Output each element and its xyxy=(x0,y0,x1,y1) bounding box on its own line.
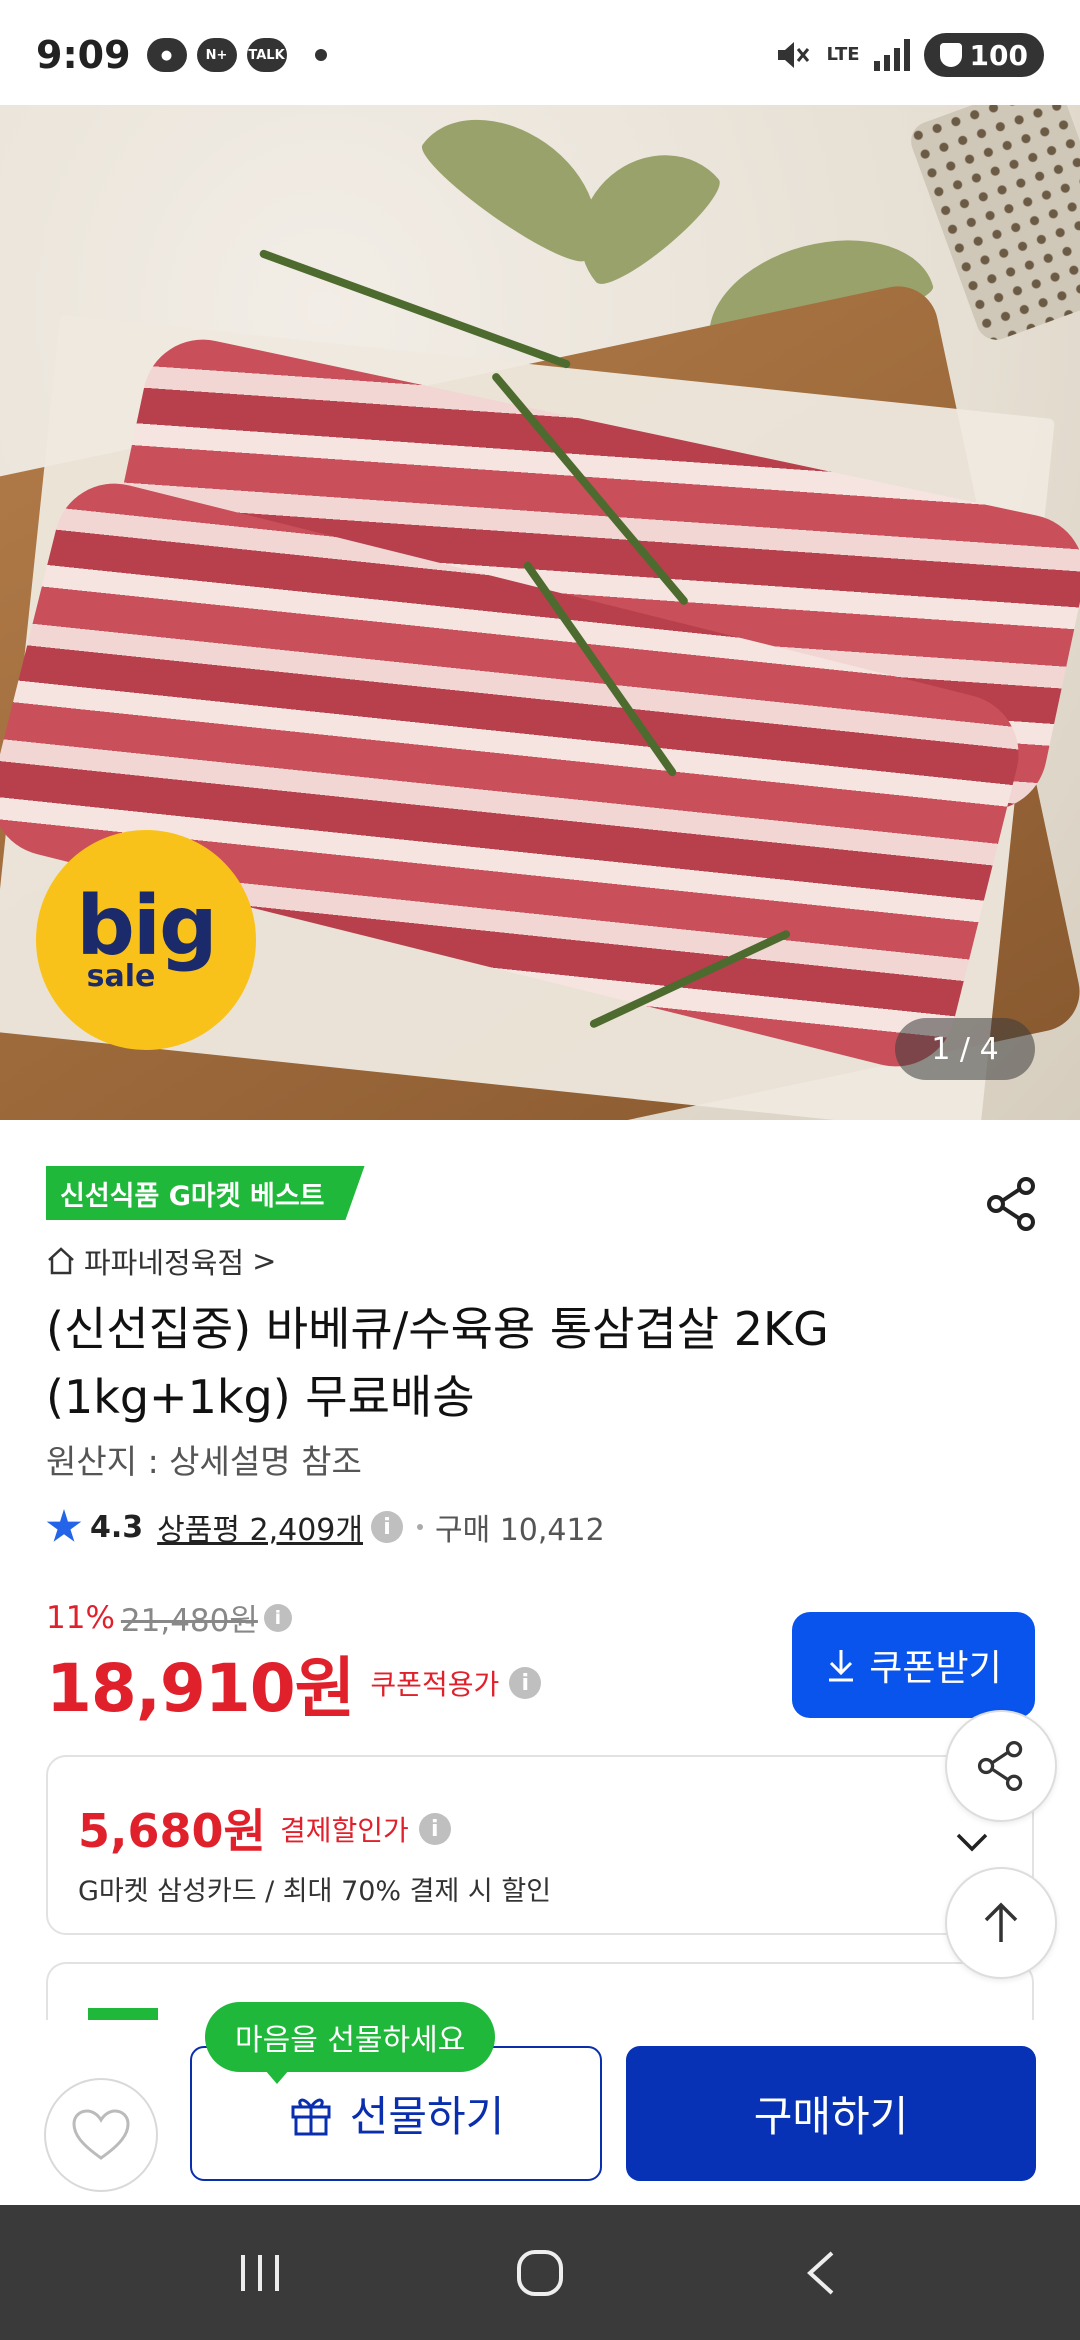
more-notifications-dot xyxy=(314,49,327,61)
system-navigation-bar xyxy=(0,2205,1080,2340)
rating-value: 4.3 xyxy=(90,1509,144,1545)
download-icon xyxy=(829,1650,854,1682)
naver-plus-icon: N+ xyxy=(196,38,237,72)
chat-bubble-icon: ● xyxy=(146,38,187,72)
badge-big-text: big xyxy=(76,878,218,974)
payment-discount-label-row: 결제할인가 i xyxy=(280,1809,451,1849)
rating-row: 4.3 상품평 2,409개 i 구매 10,412 xyxy=(46,1505,605,1549)
network-type: LTE xyxy=(826,44,860,65)
get-coupon-button[interactable]: 쿠폰받기 xyxy=(792,1612,1035,1718)
original-price: 21,480원 xyxy=(120,1603,258,1639)
floating-share-button[interactable] xyxy=(945,1710,1057,1822)
scroll-to-top-button[interactable] xyxy=(945,1867,1057,1979)
reviews-link[interactable]: 상품평 2,409개 xyxy=(157,1505,363,1549)
payment-discount-description: G마켓 삼성카드 / 최대 70% 결제 시 할인 xyxy=(78,1876,552,1907)
back-icon xyxy=(807,2251,834,2294)
gift-tooltip: 마음을 선물하세요 xyxy=(205,2002,496,2084)
best-seller-tag: 신선식품 G마켓 베스트 xyxy=(46,1166,365,1220)
product-title: (신선집중) 바베큐/수육용 통삼겹살 2KG (1kg+1kg) 무료배송 xyxy=(46,1302,829,1424)
wishlist-button[interactable] xyxy=(44,2078,158,2192)
discount-rate: 11% xyxy=(46,1599,115,1636)
home-circle-icon xyxy=(517,2249,563,2296)
store-name: 파파네정육점 xyxy=(84,1246,245,1280)
gift-button-label: 선물하기 xyxy=(349,2092,505,2141)
share-icon[interactable] xyxy=(982,1174,1042,1234)
store-link[interactable]: 파파네정육점 > xyxy=(46,1240,276,1282)
status-time: 9:09 xyxy=(36,33,131,77)
info-icon[interactable]: i xyxy=(263,1603,292,1632)
payment-discount-label: 결제할인가 xyxy=(280,1814,409,1847)
shield-icon xyxy=(939,43,962,67)
bottom-action-bar: 선물하기 마음을 선물하세요 구매하기 xyxy=(0,2002,1080,2205)
talk-icon: TALK xyxy=(246,38,287,72)
big-sale-badge: big sale xyxy=(36,830,256,1050)
product-image-carousel[interactable]: big sale 1 / 4 xyxy=(0,105,1080,1120)
home-button[interactable] xyxy=(500,2233,580,2313)
coupon-price-label: 쿠폰적용가 xyxy=(370,1668,500,1701)
status-bar: 9:09 ● N+ TALK LTE 100 xyxy=(0,0,1080,110)
payment-discount-amount: 5,680원 xyxy=(78,1804,266,1858)
back-button[interactable] xyxy=(780,2233,860,2313)
purchase-count: 구매 10,412 xyxy=(434,1513,605,1548)
chevron-down-icon[interactable] xyxy=(950,1819,994,1863)
chevron-right-icon: > xyxy=(252,1244,277,1278)
gift-icon xyxy=(291,2098,331,2135)
get-coupon-label: 쿠폰받기 xyxy=(869,1648,1002,1689)
badge-sale-text: sale xyxy=(86,958,156,994)
share-icon xyxy=(977,1741,1023,1791)
image-counter: 1 / 4 xyxy=(895,1018,1035,1080)
signal-icon xyxy=(873,39,910,71)
battery-level: 100 xyxy=(969,38,1028,72)
product-origin: 원산지 : 상세설명 참조 xyxy=(46,1442,362,1481)
info-icon[interactable]: i xyxy=(418,1813,451,1845)
mute-icon xyxy=(778,42,810,68)
discount-row: 11% 21,480원 i xyxy=(46,1595,292,1640)
star-icon xyxy=(46,1509,82,1542)
recent-apps-button[interactable] xyxy=(220,2233,300,2313)
info-icon[interactable]: i xyxy=(370,1511,403,1543)
buy-button[interactable]: 구매하기 xyxy=(626,2046,1036,2181)
notification-icons: ● N+ TALK xyxy=(146,38,327,72)
payment-discount-card[interactable]: 5,680원 결제할인가 i G마켓 삼성카드 / 최대 70% 결제 시 할인 xyxy=(46,1755,1034,1935)
arrow-up-icon xyxy=(984,1902,1018,1942)
home-icon xyxy=(48,1247,74,1275)
info-icon[interactable]: i xyxy=(509,1667,542,1699)
sale-price: 18,910원 xyxy=(46,1650,355,1727)
recent-apps-icon xyxy=(241,2254,279,2291)
separator-dot xyxy=(416,1524,423,1530)
heart-icon xyxy=(72,2109,130,2160)
battery-indicator: 100 xyxy=(923,33,1044,77)
price-row: 18,910원 쿠폰적용가 i xyxy=(46,1635,542,1731)
system-icons: LTE 100 xyxy=(774,33,1044,77)
